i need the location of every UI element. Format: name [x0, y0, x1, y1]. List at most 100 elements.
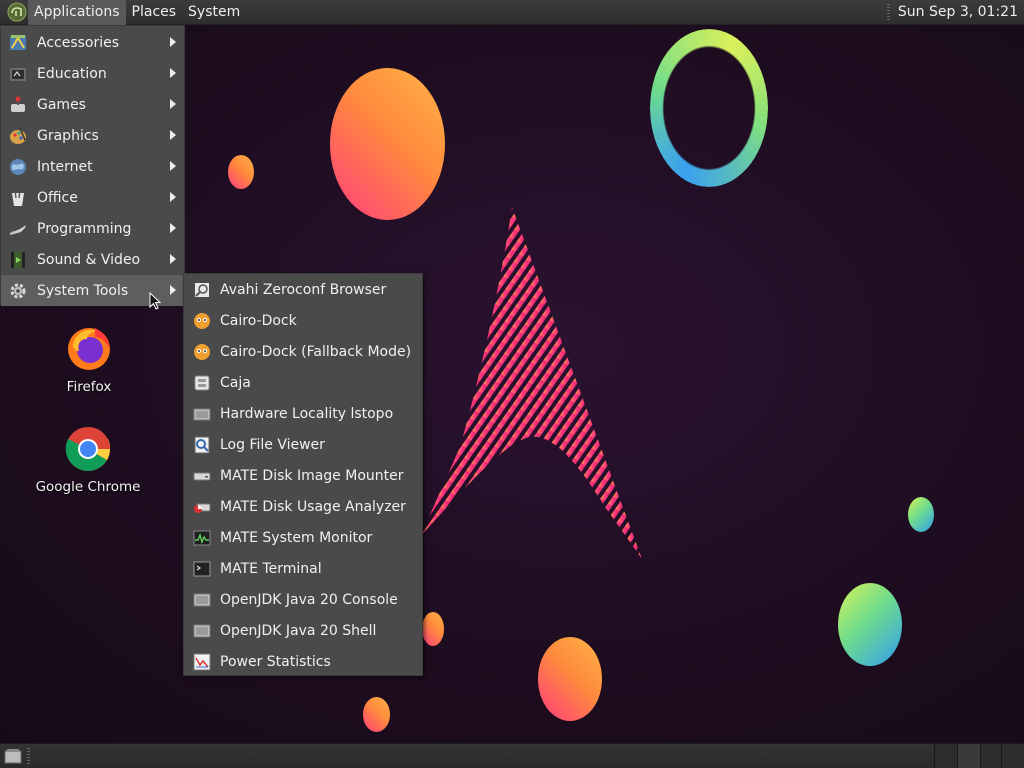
menu-item-programming[interactable]: Programming: [1, 213, 184, 244]
panel-handle[interactable]: [886, 3, 890, 21]
submenu-arrow-icon: [170, 68, 176, 78]
submenu-item-label: Cairo-Dock (Fallback Mode): [220, 343, 412, 360]
desktop-icon-label: Google Chrome: [35, 479, 141, 495]
wallpaper-bubble: [838, 583, 902, 666]
submenu-item-cairo-dock[interactable]: Cairo-Dock: [184, 305, 422, 336]
system-monitor-icon: [191, 527, 213, 549]
submenu-item-java-console[interactable]: OpenJDK Java 20 Console: [184, 584, 422, 615]
applications-dropdown: Accessories Education Games Graphics Int…: [0, 25, 185, 306]
graphics-icon: [7, 125, 29, 147]
submenu-item-cairo-dock-fallback[interactable]: Cairo-Dock (Fallback Mode): [184, 336, 422, 367]
workspace-2[interactable]: [957, 744, 980, 768]
menu-item-label: Graphics: [37, 127, 99, 144]
submenu-item-label: Log File Viewer: [220, 436, 325, 453]
submenu-item-label: Power Statistics: [220, 653, 331, 670]
clock[interactable]: Sun Sep 3, 01:21: [898, 4, 1024, 20]
games-icon: [7, 94, 29, 116]
menu-item-label: Programming: [37, 220, 132, 237]
menu-item-games[interactable]: Games: [1, 89, 184, 120]
submenu-item-label: OpenJDK Java 20 Shell: [220, 622, 377, 639]
menu-item-office[interactable]: Office: [1, 182, 184, 213]
submenu-item-label: MATE Disk Usage Analyzer: [220, 498, 406, 515]
submenu-item-caja[interactable]: Caja: [184, 367, 422, 398]
system-menu[interactable]: System: [182, 0, 246, 25]
system-tools-submenu: Avahi Zeroconf Browser Cairo-Dock Cairo-…: [183, 273, 423, 676]
submenu-arrow-icon: [170, 161, 176, 171]
office-icon: [7, 187, 29, 209]
submenu-item-label: Caja: [220, 374, 251, 391]
submenu-item-power-statistics[interactable]: Power Statistics: [184, 646, 422, 677]
bottom-panel: [0, 743, 1024, 768]
menu-item-graphics[interactable]: Graphics: [1, 120, 184, 151]
log-viewer-icon: [191, 434, 213, 456]
submenu-item-label: OpenJDK Java 20 Console: [220, 591, 398, 608]
submenu-arrow-icon: [170, 37, 176, 47]
submenu-arrow-icon: [170, 223, 176, 233]
internet-icon: [7, 156, 29, 178]
places-menu[interactable]: Places: [126, 0, 183, 25]
submenu-item-label: MATE Terminal: [220, 560, 322, 577]
show-desktop-button[interactable]: [3, 747, 23, 765]
menu-item-label: Office: [37, 189, 78, 206]
caja-icon: [191, 372, 213, 394]
workspace-4[interactable]: [1001, 744, 1024, 768]
wallpaper-bubble: [330, 68, 445, 220]
programming-icon: [7, 218, 29, 240]
submenu-item-disk-usage[interactable]: MATE Disk Usage Analyzer: [184, 491, 422, 522]
accessories-icon: [7, 32, 29, 54]
menu-item-internet[interactable]: Internet: [1, 151, 184, 182]
education-icon: [7, 63, 29, 85]
desktop-icon-firefox[interactable]: Firefox: [34, 325, 144, 395]
menu-item-education[interactable]: Education: [1, 58, 184, 89]
submenu-item-terminal[interactable]: MATE Terminal: [184, 553, 422, 584]
java-console-icon: [191, 589, 213, 611]
submenu-arrow-icon: [170, 254, 176, 264]
submenu-item-disk-mounter[interactable]: MATE Disk Image Mounter: [184, 460, 422, 491]
firefox-icon: [65, 325, 113, 373]
menu-item-label: Internet: [37, 158, 93, 175]
mate-logo-icon: [6, 1, 28, 23]
submenu-item-label: MATE System Monitor: [220, 529, 373, 546]
show-desktop-icon: [4, 749, 22, 764]
workspace-3[interactable]: [980, 744, 1001, 768]
submenu-item-label: Cairo-Dock: [220, 312, 297, 329]
mouse-cursor-icon: [149, 292, 161, 310]
menu-item-label: Sound & Video: [37, 251, 141, 268]
wallpaper-bubble: [422, 612, 444, 646]
workspace-1[interactable]: [934, 744, 957, 768]
menu-item-label: Games: [37, 96, 86, 113]
wallpaper-bubble: [908, 497, 934, 532]
avahi-icon: [191, 279, 213, 301]
submenu-item-avahi[interactable]: Avahi Zeroconf Browser: [184, 274, 422, 305]
wallpaper-bubble: [538, 637, 602, 721]
submenu-item-java-shell[interactable]: OpenJDK Java 20 Shell: [184, 615, 422, 646]
disk-mounter-icon: [191, 465, 213, 487]
menu-item-label: Accessories: [37, 34, 120, 51]
submenu-item-label: MATE Disk Image Mounter: [220, 467, 404, 484]
menu-item-label: System Tools: [37, 282, 129, 299]
sound-video-icon: [7, 249, 29, 271]
wallpaper-ring: [650, 29, 768, 187]
top-panel: Applications Places System Sun Sep 3, 01…: [0, 0, 1024, 25]
arch-logo: [420, 207, 650, 567]
wallpaper-bubble: [363, 697, 390, 732]
panel-handle[interactable]: [27, 748, 30, 764]
chrome-icon: [64, 425, 112, 473]
menu-item-accessories[interactable]: Accessories: [1, 27, 184, 58]
wallpaper-bubble: [228, 155, 254, 189]
java-shell-icon: [191, 620, 213, 642]
submenu-arrow-icon: [170, 192, 176, 202]
submenu-item-system-monitor[interactable]: MATE System Monitor: [184, 522, 422, 553]
terminal-icon: [191, 558, 213, 580]
system-tools-icon: [7, 280, 29, 302]
submenu-item-log-viewer[interactable]: Log File Viewer: [184, 429, 422, 460]
menu-item-sound-video[interactable]: Sound & Video: [1, 244, 184, 275]
submenu-arrow-icon: [170, 130, 176, 140]
desktop-icon-chrome[interactable]: Google Chrome: [33, 425, 143, 495]
submenu-item-label: Hardware Locality lstopo: [220, 405, 394, 422]
power-statistics-icon: [191, 651, 213, 673]
desktop-icon-label: Firefox: [66, 379, 112, 395]
applications-menu[interactable]: Applications: [28, 0, 126, 25]
cairo-dock-icon: [191, 310, 213, 332]
submenu-item-hwloc[interactable]: Hardware Locality lstopo: [184, 398, 422, 429]
